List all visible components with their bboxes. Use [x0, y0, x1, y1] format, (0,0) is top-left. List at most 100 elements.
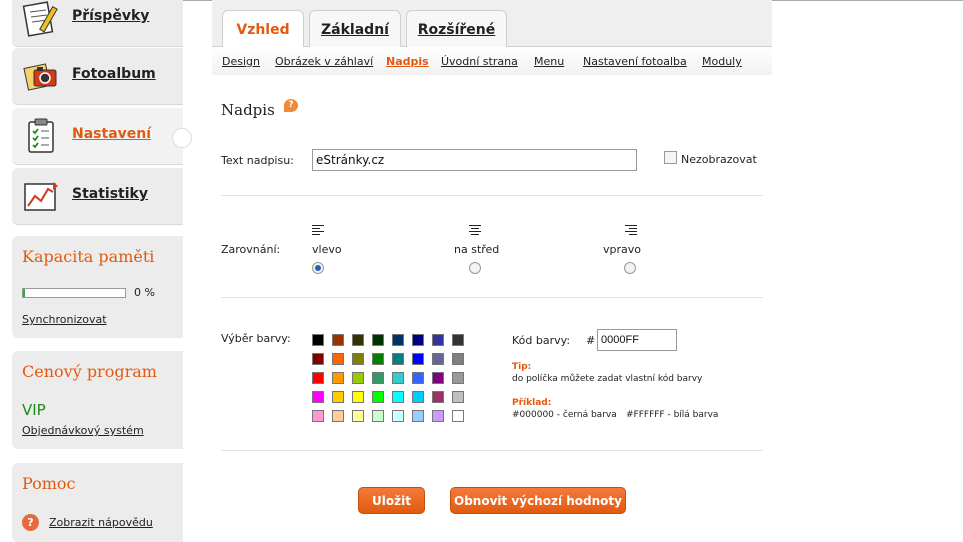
synchronize-link[interactable]: Synchronizovat [22, 313, 107, 326]
color-swatch[interactable] [332, 353, 344, 365]
active-indicator [172, 128, 192, 148]
example-white: #FFFFFF - bílá barva [626, 410, 719, 420]
color-swatch[interactable] [452, 391, 464, 403]
color-swatch[interactable] [452, 410, 464, 422]
help-icon[interactable]: ? [22, 514, 39, 531]
align-right-icon [625, 225, 637, 237]
color-swatch[interactable] [412, 410, 424, 422]
tab-rozsirene[interactable]: Rozšířené [406, 10, 507, 48]
color-swatch[interactable] [412, 334, 424, 346]
subnav-menu[interactable]: Menu [534, 55, 564, 68]
tab-vzhled[interactable]: Vzhled [222, 10, 304, 49]
memory-panel: Kapacita paměti 0 % Synchronizovat [12, 236, 183, 338]
sidebar: Příspěvky Fotoalbum Nastavení Statistiky… [0, 0, 192, 542]
color-swatch[interactable] [392, 391, 404, 403]
divider [221, 195, 763, 196]
sidebar-item-fotoalbum[interactable]: Fotoalbum [12, 48, 183, 105]
color-swatch[interactable] [372, 410, 384, 422]
subnav: Design Obrázek v záhlaví Nadpis Úvodní s… [212, 47, 772, 75]
tab-zakladni[interactable]: Základní [309, 10, 401, 48]
color-code-input[interactable] [597, 329, 677, 351]
color-swatch[interactable] [352, 353, 364, 365]
color-swatch[interactable] [372, 334, 384, 346]
color-swatch[interactable] [392, 410, 404, 422]
align-left-radio[interactable] [312, 262, 324, 274]
color-swatch[interactable] [432, 334, 444, 346]
page: Příspěvky Fotoalbum Nastavení Statistiky… [0, 0, 963, 542]
pricing-panel: Cenový program VIP Objednávkový systém [12, 351, 183, 449]
color-swatch[interactable] [372, 372, 384, 384]
subnav-nastaveni-fotoalba[interactable]: Nastavení fotoalba [583, 55, 687, 68]
subnav-moduly[interactable]: Moduly [702, 55, 742, 68]
color-swatch[interactable] [412, 353, 424, 365]
order-system-link[interactable]: Objednávkový systém [22, 424, 144, 437]
color-code-label: Kód barvy: [512, 334, 571, 347]
divider [221, 450, 763, 451]
color-code-hash: # [586, 334, 596, 347]
color-swatch[interactable] [432, 410, 444, 422]
sidebar-item-statistiky[interactable]: Statistiky [12, 168, 183, 225]
color-swatch[interactable] [452, 334, 464, 346]
align-left-label: vlevo [312, 243, 342, 256]
align-center-radio[interactable] [469, 262, 481, 274]
color-swatch[interactable] [352, 391, 364, 403]
show-help-link[interactable]: Zobrazit nápovědu [49, 516, 153, 529]
color-swatch[interactable] [432, 353, 444, 365]
color-swatch[interactable] [352, 334, 364, 346]
align-center-label: na střed [454, 243, 500, 256]
hide-heading-label: Nezobrazovat [681, 153, 757, 166]
help-bubble-icon[interactable]: ? [284, 99, 298, 112]
tip-text: do políčka můžete zadat vlastní kód barv… [512, 374, 703, 384]
color-swatch[interactable] [412, 372, 424, 384]
color-swatch[interactable] [392, 372, 404, 384]
color-swatch[interactable] [332, 391, 344, 403]
sidebar-item-label: Nastavení [72, 126, 152, 142]
color-swatch[interactable] [352, 410, 364, 422]
color-swatch[interactable] [452, 372, 464, 384]
memory-title: Kapacita paměti [22, 247, 155, 266]
sidebar-item-prispevky[interactable]: Příspěvky [12, 0, 183, 47]
memory-progress-fill [23, 289, 26, 297]
divider [221, 297, 763, 298]
subnav-nadpis[interactable]: Nadpis [386, 55, 429, 68]
color-swatch[interactable] [332, 410, 344, 422]
color-swatch[interactable] [312, 334, 324, 346]
save-button[interactable]: Uložit [358, 487, 425, 514]
color-swatch[interactable] [312, 391, 324, 403]
sidebar-item-label: Fotoalbum [72, 66, 156, 82]
hide-heading-checkbox[interactable] [664, 151, 677, 164]
tip-label: Tip: [512, 362, 532, 372]
sidebar-item-nastaveni[interactable]: Nastavení [12, 108, 183, 165]
color-swatch[interactable] [452, 353, 464, 365]
color-swatch[interactable] [392, 353, 404, 365]
subnav-uvodni-strana[interactable]: Úvodní strana [441, 55, 518, 68]
align-center-icon [469, 225, 481, 237]
subnav-obrazek-v-zahlavi[interactable]: Obrázek v záhlaví [275, 55, 373, 68]
page-title: Nadpis [221, 101, 275, 119]
color-swatch[interactable] [312, 372, 324, 384]
clipboard-checklist-icon [20, 116, 62, 156]
memory-percent: 0 % [134, 286, 155, 299]
alignment-label: Zarovnání: [221, 243, 281, 256]
color-swatch[interactable] [372, 391, 384, 403]
subnav-design[interactable]: Design [222, 55, 260, 68]
align-right-radio[interactable] [624, 262, 636, 274]
color-swatch[interactable] [332, 372, 344, 384]
tab-bar: Vzhled Základní Rozšířené [212, 0, 772, 49]
color-swatch[interactable] [312, 353, 324, 365]
color-swatch[interactable] [352, 372, 364, 384]
color-swatch[interactable] [312, 410, 324, 422]
color-swatch[interactable] [392, 334, 404, 346]
plan-name: VIP [22, 401, 46, 419]
color-swatch[interactable] [432, 372, 444, 384]
color-swatch[interactable] [412, 391, 424, 403]
sidebar-item-label: Statistiky [72, 186, 148, 202]
help-panel: Pomoc ? Zobrazit nápovědu [12, 463, 183, 542]
color-swatch[interactable] [372, 353, 384, 365]
heading-text-input[interactable] [312, 149, 637, 171]
align-right-label: vpravo [603, 243, 641, 256]
color-swatch[interactable] [332, 334, 344, 346]
color-swatch[interactable] [432, 391, 444, 403]
line-chart-icon [20, 176, 62, 216]
reset-defaults-button[interactable]: Obnovit výchozí hodnoty [450, 487, 626, 514]
